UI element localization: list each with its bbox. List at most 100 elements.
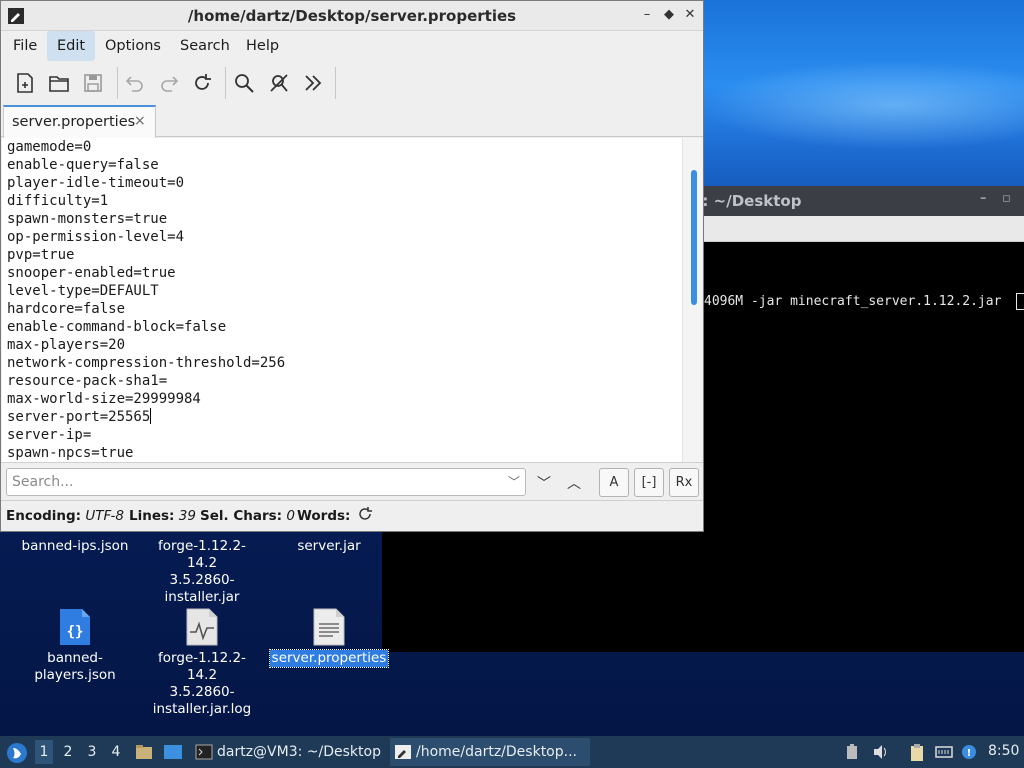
code-line-text: pvp=true [7,247,75,263]
start-menu-icon[interactable] [6,742,28,764]
tab-server-properties[interactable]: server.properties × [3,105,156,138]
text-editor-window[interactable]: /home/dartz/Desktop/server.properties – … [0,0,704,532]
close-icon[interactable]: ✕ [681,6,699,24]
desktop-icon-server-jar[interactable]: server.jar [269,538,389,555]
code-line[interactable]: spawn-monsters=true [7,210,285,228]
maximize-icon[interactable]: ◆ [660,6,678,24]
status-lines: Lines: 39 [129,508,196,524]
go-to-line-icon[interactable] [299,69,327,97]
code-line[interactable]: hardcore=false [7,300,285,318]
code-line[interactable]: max-world-size=29999984 [7,390,285,408]
log-file-icon [186,608,218,646]
menu-search[interactable]: Search [170,31,240,61]
code-line[interactable]: enable-command-block=false [7,318,285,336]
taskbar: 1 2 3 4 dartz@VM3: ~/Desktop /home/dartz… [0,736,1024,768]
desktop-icon-label: banned-ips.json [21,538,129,554]
desktop-icon-forge-installer[interactable]: forge-1.12.2-14.2 3.5.2860- installer.ja… [142,538,262,606]
code-line[interactable]: player-idle-timeout=0 [7,174,285,192]
code-content[interactable]: gamemode=0 enable-query=false player-idle-… [7,138,285,462]
code-line[interactable]: max-players=20 [7,336,285,354]
code-line-text: snooper-enabled=true [7,265,176,281]
match-case-button[interactable]: A [599,468,629,497]
svg-text:!: ! [967,748,972,759]
status-sel-chars: Sel. Chars: 0 [200,508,295,524]
code-line[interactable]: server-ip= [7,426,285,444]
code-line-text: level-type=DEFAULT [7,283,159,299]
minimize-icon[interactable]: – [638,6,656,24]
clock[interactable]: 8:50 [988,743,1019,759]
code-line[interactable]: enable-query=false [7,156,285,174]
replace-icon[interactable] [265,69,293,97]
desktop-icon-forge-log[interactable]: forge-1.12.2-14.2 3.5.2860- installer.ja… [142,608,262,718]
open-folder-icon[interactable] [45,69,73,97]
desktop-icon-server-properties[interactable]: server.properties [268,608,390,668]
code-line[interactable]: difficulty=1 [7,192,285,210]
tab-close-icon[interactable]: × [134,113,146,129]
find-icon[interactable] [230,69,258,97]
task-editor[interactable]: /home/dartz/Desktop... [390,738,590,766]
search-history-dropdown-icon[interactable]: ﹀ [508,473,520,490]
scrollbar-thumb[interactable] [691,170,697,305]
text-cursor [150,408,152,424]
code-line-text: player-idle-timeout=0 [7,175,185,191]
desktop-icon-banned-ips[interactable]: banned-ips.json [15,538,135,555]
workspace-4[interactable]: 4 [107,744,125,760]
desktop-icon-label: installer.jar [164,589,240,605]
menu-edit[interactable]: Edit [47,31,96,61]
show-desktop-icon[interactable] [163,742,183,762]
code-line[interactable]: spawn-npcs=true [7,444,285,462]
editor-titlebar[interactable]: /home/dartz/Desktop/server.properties – … [1,1,703,31]
desktop-icon-banned-players[interactable]: {} banned- players.json [15,608,135,684]
notifications-icon[interactable]: ! [961,744,979,760]
redo-icon[interactable] [155,69,183,97]
text-editing-area[interactable]: gamemode=0 enable-query=false player-idle-… [2,138,702,462]
terminal-maximize-icon[interactable]: ▫ [1002,191,1011,206]
regex-button[interactable]: Rx [669,468,699,497]
workspace-3[interactable]: 3 [83,744,101,760]
terminal-command-text: 4096M -jar minecraft_server.1.12.2.jar [704,294,1002,309]
vertical-scrollbar[interactable] [682,138,702,462]
search-box[interactable]: ﹀ [6,468,526,496]
code-line-text: max-players=20 [7,337,126,353]
code-line-text: server-ip= [7,427,92,443]
code-line-text: network-compression-threshold=256 [7,355,286,371]
task-terminal[interactable]: dartz@VM3: ~/Desktop [191,738,386,766]
menu-options[interactable]: Options [95,31,171,61]
network-icon[interactable] [935,744,953,760]
find-next-icon[interactable]: ﹀ [537,473,551,493]
save-icon[interactable] [79,69,107,97]
terminal-icon [195,744,213,760]
volume-icon[interactable] [872,744,890,760]
code-line[interactable]: network-compression-threshold=256 [7,354,285,372]
whole-word-button[interactable]: [-] [634,468,664,497]
desktop-icon-label: 3.5.2860- [169,572,235,588]
task-label: dartz@VM3: ~/Desktop [217,744,381,760]
code-line[interactable]: pvp=true [7,246,285,264]
search-input[interactable] [12,472,502,492]
code-line[interactable]: snooper-enabled=true [7,264,285,282]
code-line[interactable]: resource-pack-sha1= [7,372,285,390]
workspace-2[interactable]: 2 [59,744,77,760]
refresh-word-count-icon[interactable] [357,506,373,526]
code-line[interactable]: gamemode=0 [7,138,285,156]
clipboard-icon[interactable] [909,744,927,761]
undo-icon[interactable] [121,69,149,97]
battery-icon[interactable] [845,744,863,760]
code-line[interactable]: level-type=DEFAULT [7,282,285,300]
new-file-icon[interactable] [11,69,39,97]
find-previous-icon[interactable]: ︿ [567,473,581,493]
window-title: /home/dartz/Desktop/server.properties [187,7,517,25]
terminal-minimize-icon[interactable]: – [980,191,987,206]
desktop-icon-label: server.jar [297,538,361,554]
workspace-1[interactable]: 1 [35,740,53,764]
code-line-text: spawn-npcs=true [7,445,134,461]
file-manager-icon[interactable] [134,742,154,762]
reload-icon[interactable] [188,69,216,97]
code-line-text: server-port=25565 [7,409,151,425]
code-line-text: spawn-monsters=true [7,211,168,227]
code-line[interactable]: server-port=25565 [7,408,285,426]
task-label: /home/dartz/Desktop... [416,744,577,760]
menu-help[interactable]: Help [236,31,289,61]
menu-file[interactable]: File [3,31,47,61]
code-line[interactable]: op-permission-level=4 [7,228,285,246]
